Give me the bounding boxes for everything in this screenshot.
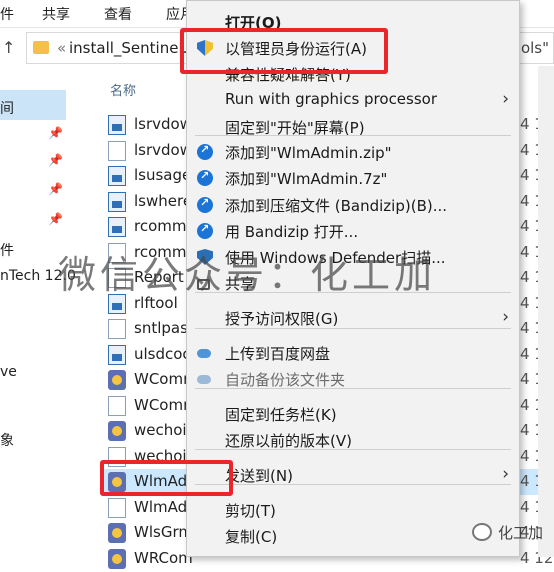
menu-item-label: 授予访问权限(G) (225, 310, 339, 328)
file-icon (108, 319, 126, 339)
highlight-wlmadmin-file (100, 460, 233, 496)
menu-item[interactable]: 授予访问权限(G) › (187, 305, 519, 331)
nav-item[interactable]: 象 (0, 430, 14, 450)
bandizip-icon (197, 222, 213, 239)
pin-icon[interactable]: 📌 (48, 126, 63, 140)
nav-item-label: 象 (0, 433, 14, 449)
menu-item[interactable]: Run with graphics processor › (187, 87, 519, 113)
nav-item[interactable]: 间 (0, 98, 14, 118)
chevron-right-icon: › (502, 89, 509, 109)
menu-item-label: 添加到"WlmAdmin.zip" (225, 144, 392, 162)
address-overflow[interactable]: « (57, 39, 66, 57)
menu-item[interactable]: 添加到压缩文件 (Bandizip)(B)... (187, 192, 519, 218)
file-name: lsrvdow (134, 140, 192, 159)
exe-icon (108, 344, 126, 365)
menu-item-label: Run with graphics processor (225, 90, 438, 108)
menu-item[interactable]: 发送到(N) › (187, 462, 519, 488)
menu-item-label: 发送到(N) (225, 467, 293, 485)
file-name: WlsGrm (134, 523, 193, 541)
exe-icon (108, 115, 126, 135)
file-name: WComr (134, 370, 190, 388)
menu-item[interactable]: 添加到"WlmAdmin.7z" (187, 165, 519, 191)
file-name: WRCom (134, 548, 193, 567)
navigation-pane: 间 📌 📌 📌 📌 件 nTech 12.0 ve 象 (0, 66, 76, 557)
menu-item[interactable]: 用 Bandizip 打开... (187, 218, 519, 244)
file-icon (108, 140, 126, 161)
file-name: sntlpas (134, 319, 188, 337)
watermark-badge-text: 化工加 (498, 524, 544, 542)
bandizip-icon (197, 169, 213, 186)
file-name: WComr (134, 395, 190, 414)
menu-item-label: 复制(C) (225, 528, 278, 546)
menu-item[interactable]: 剪切(T) (187, 497, 519, 523)
menu-item[interactable]: 上传到百度网盘 (187, 340, 519, 366)
pin-icon[interactable]: 📌 (48, 182, 63, 196)
chevron-right-icon: › (502, 307, 509, 327)
scrollbar[interactable] (538, 66, 554, 557)
exe-icon (108, 191, 126, 212)
chevron-right-icon: › (502, 464, 509, 484)
app-icon (108, 548, 126, 569)
ribbon-tab-view[interactable]: 查看 (104, 4, 132, 24)
menu-item-label: 还原以前的版本(V) (225, 432, 352, 450)
pin-icon[interactable]: 📌 (48, 153, 63, 167)
menu-item[interactable]: 复制(C) (187, 523, 519, 549)
file-name: WlmAd (134, 497, 188, 516)
nav-item[interactable]: ve (0, 364, 17, 380)
up-arrow-icon[interactable]: ↑ (2, 38, 15, 57)
menu-item-label: 剪切(T) (225, 502, 276, 520)
nav-item[interactable]: 件 (0, 240, 14, 260)
file-name: lswhere (134, 191, 193, 210)
menu-item[interactable]: 添加到"WlmAdmin.zip" (187, 139, 519, 165)
file-icon (108, 395, 126, 416)
cloud-icon (197, 349, 211, 358)
nav-item-label: 件 (0, 243, 14, 259)
app-icon (108, 421, 126, 441)
nav-item-label: 间 (0, 101, 14, 117)
menu-item-label: 用 Bandizip 打开... (225, 223, 359, 241)
file-name: lsrvdow (134, 115, 192, 133)
menu-item[interactable]: 自动备份该文件夹 (187, 366, 519, 392)
menu-item-label: 上传到百度网盘 (225, 345, 331, 363)
exe-icon (108, 217, 126, 237)
folder-icon (33, 41, 49, 54)
menu-item-label: 固定到任务栏(K) (225, 406, 337, 424)
ribbon-tab-share[interactable]: 共享 (42, 4, 70, 24)
highlight-run-as-admin (180, 28, 388, 74)
column-header-name[interactable]: 名称 (110, 80, 136, 99)
menu-item[interactable]: 固定到任务栏(K) (187, 401, 519, 427)
bandizip-icon (197, 196, 213, 213)
nav-item-label: ve (0, 364, 17, 380)
menu-item-label: 添加到压缩文件 (Bandizip)(B)... (225, 197, 448, 215)
watermark-text: 微信公众号：化工加 (58, 253, 437, 297)
exe-icon (108, 166, 126, 186)
app-icon (108, 370, 126, 390)
menu-item-label: 自动备份该文件夹 (225, 371, 346, 389)
file-name: lsusage (134, 166, 192, 184)
pin-icon[interactable]: 📌 (48, 212, 63, 226)
file-icon (108, 497, 126, 518)
wechat-icon (472, 523, 492, 541)
address-path[interactable]: install_Sentinel.R (69, 39, 198, 57)
ribbon-tab-file[interactable]: 件 (0, 4, 14, 24)
menu-item-label: 固定到"开始"屏幕(P) (225, 119, 365, 137)
file-name: ulsdcoc (134, 344, 191, 363)
cloud-icon (197, 375, 211, 384)
menu-item[interactable]: 还原以前的版本(V) (187, 427, 519, 453)
address-path-tail: ols" (520, 39, 549, 57)
file-name: rcomm (134, 217, 187, 235)
menu-item[interactable]: 固定到"开始"屏幕(P) (187, 114, 519, 140)
app-icon (108, 523, 126, 543)
menu-item-label: 添加到"WlmAdmin.7z" (225, 170, 388, 188)
bandizip-icon (197, 143, 213, 160)
